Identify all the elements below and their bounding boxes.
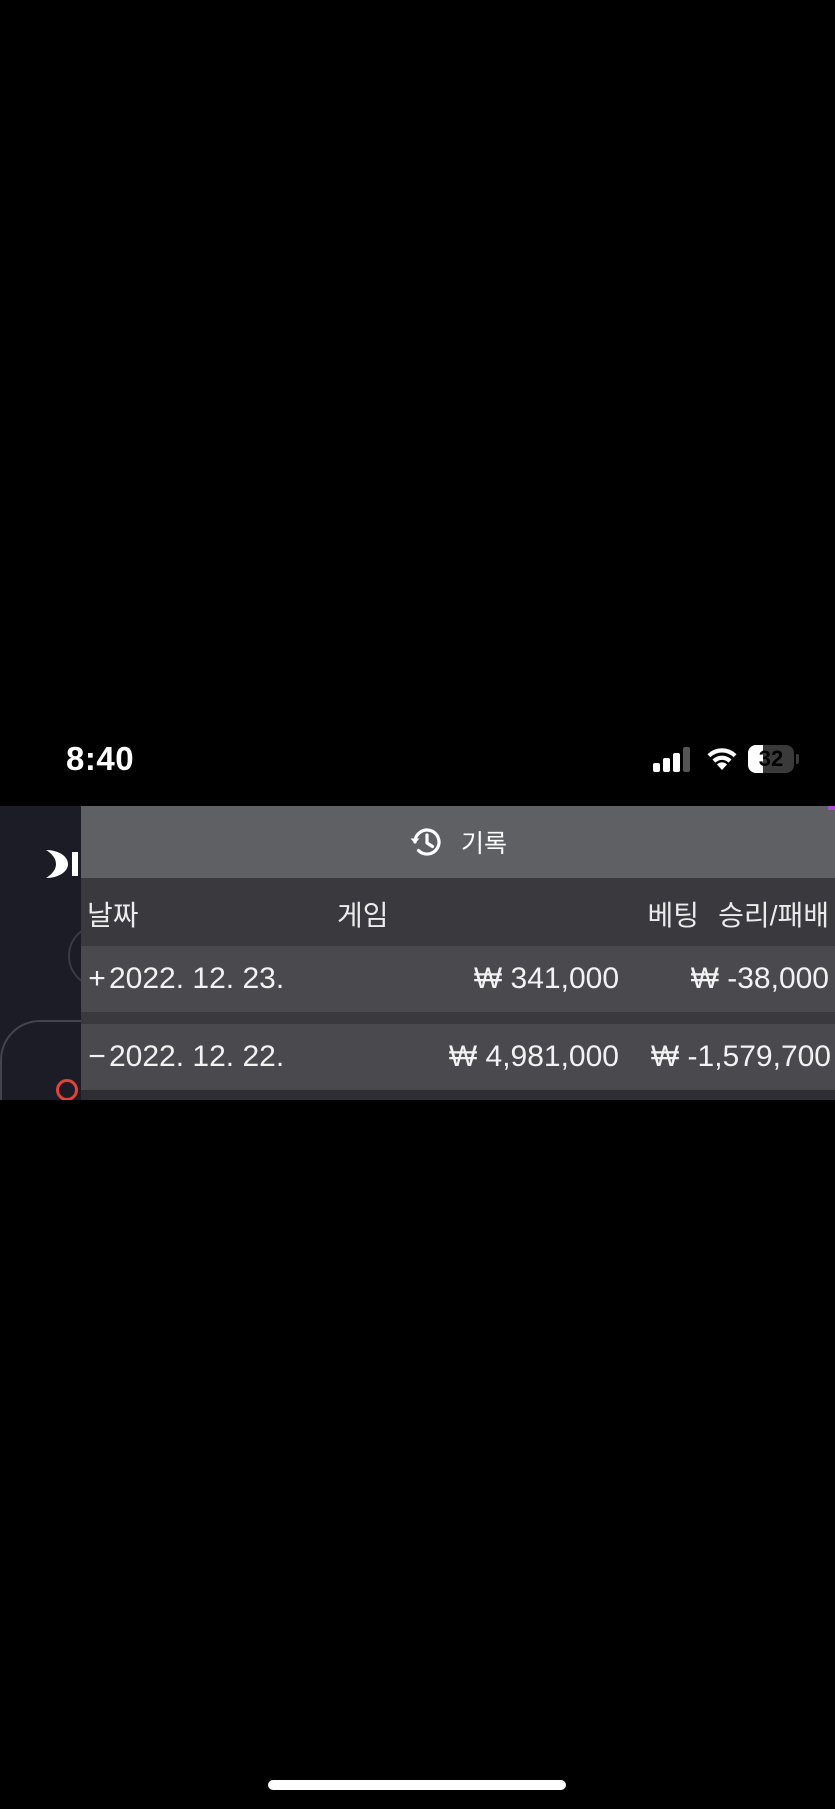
row-divider xyxy=(81,1012,835,1024)
wifi-icon xyxy=(707,748,737,770)
battery-icon: 32 xyxy=(748,745,799,773)
record-indicator-icon xyxy=(56,1079,78,1100)
row-bet: ₩ 341,000 xyxy=(473,962,619,995)
expand-toggle-icon[interactable]: + xyxy=(87,962,107,996)
row-date: 2022. 12. 22. xyxy=(109,1040,285,1073)
status-bar: 8:40 32 xyxy=(0,726,835,792)
accent-line xyxy=(828,806,835,810)
column-header-date: 날짜 xyxy=(87,900,139,931)
table-header: 날짜 게임 베팅 승리/패배 xyxy=(81,878,835,951)
table-row[interactable]: − 2022. 12. 22. ₩ 4,981,000 ₩ -1,579,700 xyxy=(81,1024,835,1090)
column-header-result: 승리/패배 xyxy=(718,900,829,931)
cellular-signal-icon xyxy=(653,746,693,772)
history-title: 기록 xyxy=(460,830,507,858)
collapse-toggle-icon[interactable]: − xyxy=(87,1040,107,1074)
column-header-game: 게임 xyxy=(337,900,389,931)
row-date: 2022. 12. 23. xyxy=(109,962,285,995)
history-icon xyxy=(410,828,441,856)
status-time: 8:40 xyxy=(66,740,135,777)
table-row[interactable]: + 2022. 12. 23. ₩ 341,000 ₩ -38,000 xyxy=(81,946,835,1012)
app-logo-icon xyxy=(46,850,78,878)
history-header: 기록 xyxy=(81,806,835,878)
row-bet: ₩ 4,981,000 xyxy=(448,1040,619,1073)
home-indicator[interactable] xyxy=(268,1780,566,1790)
app-viewport: 기록 날짜 게임 베팅 승리/패배 + 2022. 12. 23. ₩ 341,… xyxy=(0,806,835,1100)
row-result: ₩ -38,000 xyxy=(690,962,829,995)
battery-level: 32 xyxy=(758,746,784,771)
history-panel: 기록 날짜 게임 베팅 승리/패배 + 2022. 12. 23. ₩ 341,… xyxy=(81,806,835,1100)
column-header-bet: 베팅 xyxy=(647,900,699,931)
row-result: ₩ -1,579,700 xyxy=(650,1040,831,1073)
